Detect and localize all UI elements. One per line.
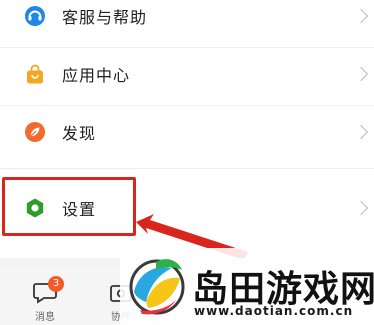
daotian-logo-icon	[129, 259, 185, 315]
tab-messages[interactable]: 3 消息	[20, 276, 70, 323]
unread-badge: 3	[48, 276, 64, 292]
watermark-url: www.daotian.com.cn	[194, 304, 354, 318]
tab-label: 消息	[35, 312, 55, 323]
site-watermark: 岛田游戏网 www.daotian.com.cn	[120, 248, 374, 325]
